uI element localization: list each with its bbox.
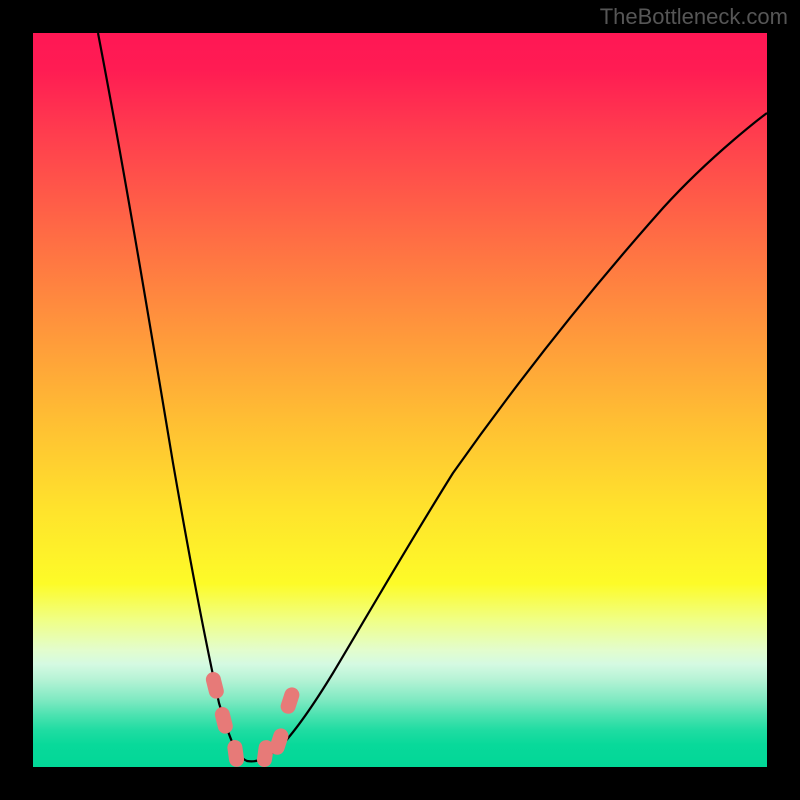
chart-frame: TheBottleneck.com [0,0,800,800]
plot-area [33,33,767,767]
watermark-text: TheBottleneck.com [600,4,788,30]
